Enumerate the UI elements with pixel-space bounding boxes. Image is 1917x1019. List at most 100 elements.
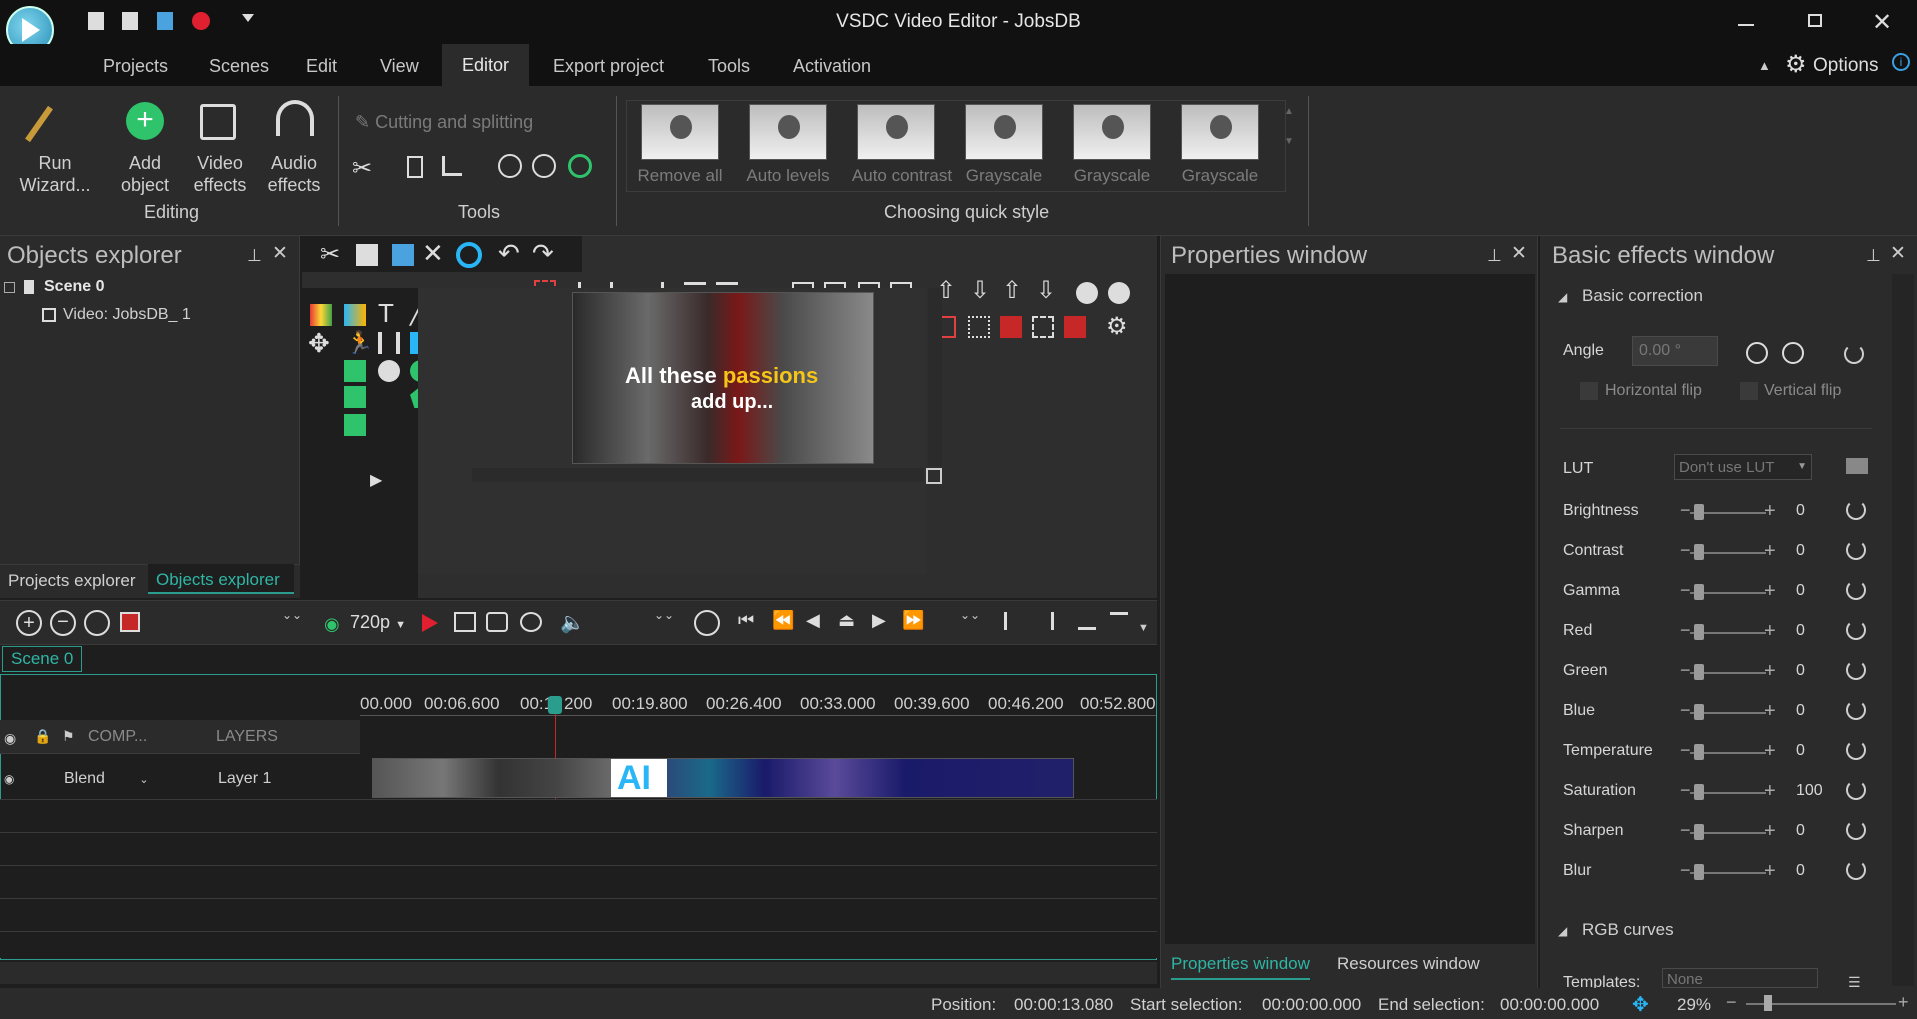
gamma-decrease-icon[interactable]: − [1680,580,1691,601]
reset-red-icon[interactable] [1846,620,1866,640]
tree-item-scene[interactable]: Scene 0 [44,278,104,296]
quick-style-thumb-grayscale-3[interactable] [1181,104,1259,160]
gamma-increase-icon[interactable]: + [1764,580,1776,603]
animation-icon[interactable]: 🏃 [346,330,373,356]
preview-vscroll[interactable] [928,288,942,466]
reset-saturation-icon[interactable] [1846,780,1866,800]
chat-icon[interactable] [378,360,400,382]
trim-icon[interactable] [407,156,423,178]
reset-blue-icon[interactable] [1846,700,1866,720]
send-to-back-icon[interactable]: ⇩ [1036,276,1056,305]
close-panel-icon[interactable]: ✕ [1890,242,1906,265]
eye-icon[interactable]: ◉ [4,730,16,747]
chart-icon[interactable] [344,304,366,326]
pin-icon[interactable]: ⊥ [1866,246,1881,266]
cutting-splitting-button[interactable]: ✎ Cutting and splitting [355,112,533,133]
track-eye-icon[interactable]: ◉ [4,772,14,786]
quick-style-thumb-auto-levels[interactable] [749,104,827,160]
blue-increase-icon[interactable]: + [1764,700,1776,723]
green-increase-icon[interactable]: + [1764,660,1776,683]
collapse-basic-correction-icon[interactable]: ◢ [1558,290,1567,304]
video-effects-button[interactable]: Video effects [184,152,256,196]
blur-increase-icon[interactable]: + [1764,860,1776,883]
ungroup-icon[interactable] [1108,282,1130,304]
timeline-record-icon[interactable] [120,612,140,632]
magnet-grid-icon[interactable] [1064,316,1086,338]
close-window-button[interactable]: ✕ [1872,8,1892,37]
timeline-hscroll[interactable] [0,962,1157,984]
reset-contrast-icon[interactable] [1846,540,1866,560]
info-icon[interactable]: i [1892,53,1910,71]
stop-icon[interactable]: ⏏ [838,610,855,631]
sharpen-decrease-icon[interactable]: − [1680,820,1691,841]
group-icon[interactable] [1076,282,1098,304]
bring-to-front-icon[interactable]: ⇧ [1002,276,1022,305]
blue-decrease-icon[interactable]: − [1680,700,1691,721]
blue-slider-knob[interactable] [1694,704,1704,720]
fast-forward-icon[interactable]: ⏩ [902,610,924,631]
palette-expand-icon[interactable]: ▶ [370,470,382,490]
vertical-flip-checkbox[interactable] [1740,382,1758,400]
lut-select[interactable]: Don't use LUT ▼ [1674,454,1812,480]
temperature-decrease-icon[interactable]: − [1680,740,1691,761]
copy-icon[interactable] [356,244,378,266]
preview-resize-icon[interactable] [926,468,942,484]
scene-tab[interactable]: Scene 0 [2,646,83,672]
red-slider-knob[interactable] [1694,624,1704,640]
text-icon[interactable]: T [378,298,394,329]
gamma-slider-knob[interactable] [1694,584,1704,600]
gear-icon[interactable]: ⚙ [1785,50,1807,79]
reset-angle-icon[interactable] [1844,344,1864,364]
audio-spectrum-icon[interactable] [310,304,332,326]
menu-view[interactable]: View [380,56,419,77]
reset-sharpen-icon[interactable] [1846,820,1866,840]
close-panel-icon[interactable]: ✕ [1511,242,1527,265]
temperature-slider-knob[interactable] [1694,744,1704,760]
cut-track-icon[interactable] [1036,612,1054,630]
expand-toolbar-icon[interactable]: ⌄⌄ [960,608,980,622]
run-wizard-button[interactable]: Run Wizard... [10,152,100,196]
clock-icon[interactable] [694,610,720,636]
delete-icon[interactable]: ✕ [422,238,444,269]
zoom-fit-icon[interactable] [84,610,110,636]
image-icon[interactable] [344,360,366,382]
tab-properties-window[interactable]: Properties window [1171,954,1310,980]
preview-hscroll[interactable] [472,468,924,482]
split-track-icon[interactable] [1004,612,1022,630]
brightness-increase-icon[interactable]: + [1764,500,1776,523]
fit-to-screen-icon[interactable]: ✥ [1632,992,1649,1017]
paste-icon[interactable] [392,244,414,266]
pin-icon[interactable]: ⊥ [247,246,262,266]
video-object-icon[interactable] [344,414,366,436]
move-icon[interactable]: ✥ [308,328,330,359]
settings-icon[interactable]: ⚙ [1106,312,1128,341]
grid-icon[interactable] [968,316,990,338]
reset-gamma-icon[interactable] [1846,580,1866,600]
contrast-decrease-icon[interactable]: − [1680,540,1691,561]
quick-style-thumb-remove-all[interactable] [641,104,719,160]
effects-scrollbar[interactable] [1892,274,1914,986]
close-panel-icon[interactable]: ✕ [272,242,288,265]
layer-name[interactable]: Layer 1 [218,770,271,788]
go-to-start-icon[interactable]: ⏮ [738,610,754,631]
video-clip[interactable]: AI [372,758,1074,798]
markers-icon[interactable] [1078,612,1096,630]
flag-icon[interactable]: ⚑ [62,728,75,745]
layers-options-icon[interactable] [1110,612,1128,630]
templates-select[interactable]: None [1662,968,1818,988]
blur-slider-knob[interactable] [1694,864,1704,880]
redo-icon[interactable]: ↷ [532,238,554,269]
magnet-icon[interactable] [1000,316,1022,338]
angle-input[interactable]: 0.00 ° [1632,336,1718,366]
rotate-right-icon[interactable] [532,154,556,178]
horizontal-flip-checkbox[interactable] [1580,382,1598,400]
stabilize-icon[interactable] [568,154,592,178]
rotate-90-ccw-icon[interactable] [1746,342,1768,364]
preview-region-icon[interactable] [454,612,476,632]
split-tool-icon[interactable]: ✂ [352,154,372,183]
repeat-icon[interactable] [520,612,542,632]
saturation-decrease-icon[interactable]: − [1680,780,1691,801]
rotate-90-cw-icon[interactable] [1782,342,1804,364]
menu-edit[interactable]: Edit [306,56,337,77]
playhead[interactable] [548,696,562,714]
